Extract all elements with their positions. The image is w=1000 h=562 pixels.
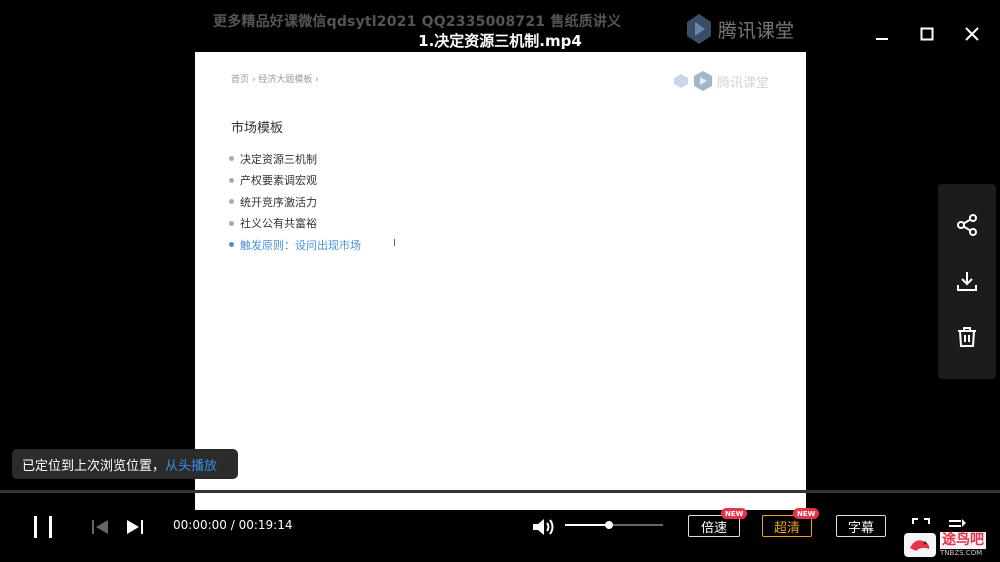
volume-button[interactable] xyxy=(530,514,556,540)
pause-button[interactable] xyxy=(28,512,58,542)
volume-slider-fill xyxy=(565,524,610,526)
next-button[interactable] xyxy=(123,515,147,539)
skip-previous-icon xyxy=(92,520,108,534)
bullet-icon xyxy=(229,156,234,162)
list-item: 产权要素调宏观 xyxy=(229,170,361,192)
delete-button[interactable] xyxy=(952,322,982,352)
quality-new-badge: NEW xyxy=(793,508,820,519)
list-item: 统开竞序激活力 xyxy=(229,191,361,213)
site-logo-subtext: TNBZS.COM xyxy=(940,549,983,557)
text-cursor-icon: I xyxy=(393,238,396,249)
skip-next-icon xyxy=(127,520,143,534)
list-item: 社义公有共富裕 xyxy=(229,213,361,235)
minimize-button[interactable] xyxy=(867,20,897,48)
play-from-start-link[interactable]: 从头播放 xyxy=(165,455,217,474)
video-title: 1.决定资源三机制.mp4 xyxy=(418,32,582,50)
volume-icon xyxy=(533,519,554,535)
site-logo-text-block: 途鸟吧 TNBZS.COM xyxy=(940,532,986,558)
trash-icon xyxy=(958,327,976,347)
site-watermark-logo: 途鸟吧 TNBZS.COM xyxy=(903,530,995,560)
share-button[interactable] xyxy=(952,210,982,240)
list-item: 决定资源三机制 xyxy=(229,148,361,170)
minimize-icon xyxy=(876,38,888,40)
toast-text: 已定位到上次浏览位置， xyxy=(22,458,166,474)
close-button[interactable] xyxy=(957,20,987,48)
video-frame[interactable]: 首页 › 经济大题模板 › 腾讯课堂 市场模板 决定资源三机制 产权要素调宏观 … xyxy=(195,52,806,510)
volume-slider-handle[interactable] xyxy=(605,521,614,529)
slide-bullet-list: 决定资源三机制 产权要素调宏观 统开竞序激活力 社义公有共富裕 触发原则：设问出… xyxy=(229,148,361,256)
bullet-icon xyxy=(229,242,234,248)
site-logo-text: 途鸟吧 xyxy=(940,532,986,549)
current-time: 00:00:00 xyxy=(173,518,227,532)
share-icon xyxy=(957,214,977,236)
subtitle-button[interactable]: 字幕 xyxy=(836,515,886,537)
progress-bar[interactable] xyxy=(0,490,1000,493)
slide-brand-watermark: 腾讯课堂 xyxy=(673,70,769,92)
side-action-panel xyxy=(938,184,996,379)
watermark-text: 更多精品好课微信qdsytl2021 QQ2335008721 售纸质讲义 xyxy=(213,14,622,30)
bullet-icon xyxy=(229,177,234,183)
resume-toast: 已定位到上次浏览位置， 从头播放 xyxy=(12,449,238,479)
total-time: 00:19:14 xyxy=(238,518,293,532)
bullet-icon xyxy=(229,199,234,205)
slide-brand-name: 腾讯课堂 xyxy=(717,75,770,91)
bird-logo-icon xyxy=(904,533,936,557)
close-icon xyxy=(965,27,979,41)
slide-brand-icon xyxy=(674,74,688,88)
list-item-highlighted: 触发原则：设问出现市场 xyxy=(229,234,361,256)
time-display: 00:00:00 / 00:19:14 xyxy=(173,518,293,532)
maximize-button[interactable] xyxy=(912,20,942,48)
bullet-icon xyxy=(229,220,234,226)
slide-title: 市场模板 xyxy=(231,121,284,136)
slide-brand-icon-large xyxy=(694,71,712,91)
slide-breadcrumb: 首页 › 经济大题模板 › xyxy=(231,75,319,85)
maximize-icon xyxy=(920,27,934,41)
previous-button[interactable] xyxy=(88,515,112,539)
pause-icon xyxy=(34,516,52,538)
download-button[interactable] xyxy=(952,266,982,296)
speed-new-badge: NEW xyxy=(721,508,748,519)
download-icon xyxy=(957,272,977,291)
